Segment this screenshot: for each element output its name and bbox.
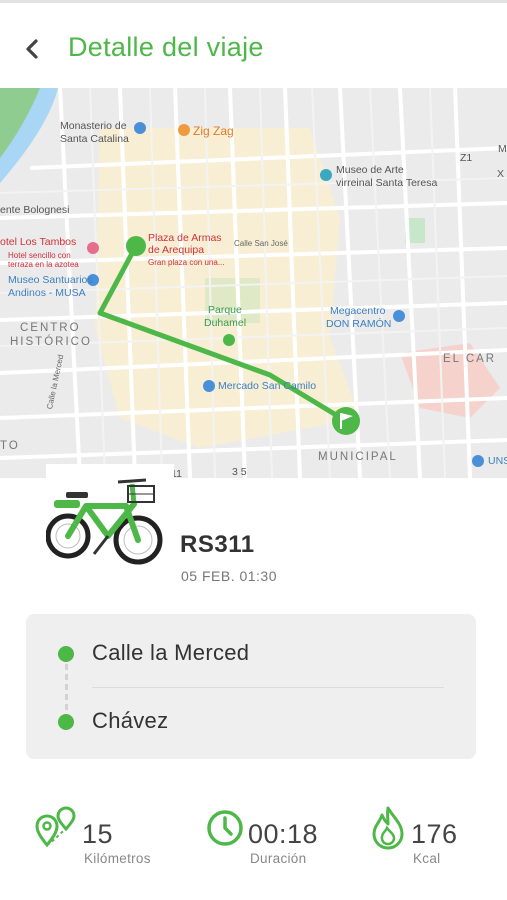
back-button[interactable] [14, 29, 50, 69]
duration-value: 00:18 [248, 819, 319, 849]
map-label: UNS [488, 455, 507, 467]
map-label: Gran plaza con una... [148, 258, 225, 267]
app-header: Detalle del viaje [0, 3, 507, 88]
distance-label: Kilómetros [84, 851, 151, 866]
end-dot [58, 714, 74, 730]
map-label: Calle San José [234, 239, 288, 248]
start-marker [126, 236, 146, 256]
map-label: Andinos - MUSA [8, 287, 86, 299]
map-label: HISTÓRICO [10, 336, 92, 348]
map-label: MUNICIPAL [318, 451, 398, 463]
clock-icon [207, 810, 243, 846]
map-label: CENTRO [20, 322, 81, 334]
route-start: Calle la Merced [92, 640, 250, 665]
map-label: Megacentro [330, 305, 386, 317]
bike-info: RS311 05 FEB. 01:30 [0, 464, 507, 613]
calories-value: 176 [411, 819, 458, 849]
map-label: DON RAMÓN [326, 318, 392, 330]
map-label: Z1 [460, 152, 473, 164]
map-label: Santa Catalina [60, 133, 129, 145]
trip-date: 05 FEB. 01:30 [181, 568, 278, 584]
map-label: Museo de Arte [336, 164, 404, 176]
map-label: EL CAR [443, 353, 497, 365]
trip-map[interactable]: Monasterio de Santa Catalina Zig Zag Mus… [0, 88, 507, 478]
divider [92, 687, 444, 688]
map-label: ente Bolognesi [0, 204, 70, 216]
calories-label: Kcal [413, 851, 441, 866]
map-label: X Y [497, 168, 507, 180]
map-label: otel Los Tambos [0, 236, 77, 248]
map-label: Plaza de Armas [148, 232, 222, 244]
map-label: Zig Zag [193, 124, 234, 138]
stat-calories: 176 Kcal [370, 795, 490, 885]
map-label: M [498, 143, 507, 155]
flame-icon [372, 806, 404, 850]
map-label: virreinal Santa Teresa [336, 177, 438, 189]
stat-duration: 00:18 Duración [206, 795, 346, 885]
map-label: Museo Santuarios [8, 274, 93, 286]
map-label: Monasterio de [60, 120, 127, 132]
chevron-left-icon [26, 39, 38, 59]
map-label: 3 5 [232, 466, 247, 478]
bike-code: RS311 [180, 531, 255, 558]
map-label: de Arequipa [148, 244, 205, 256]
route-end: Chávez [92, 708, 169, 733]
page-title: Detalle del viaje [68, 32, 264, 62]
finish-marker [332, 407, 360, 435]
stat-distance: 15 Kilómetros [34, 795, 184, 885]
map-label: terraza en la azotea [8, 260, 79, 269]
trip-stats: 15 Kilómetros 00:18 Duración 176 Kcal [0, 795, 507, 895]
map-label: Duhamel [204, 317, 247, 329]
map-pins-icon [35, 806, 76, 848]
route-connector [65, 664, 68, 712]
map-label: Parque [208, 304, 242, 316]
distance-value: 15 [82, 819, 114, 849]
bike-image [46, 464, 174, 594]
map-label: TO [0, 440, 20, 452]
route-card: Calle la Merced Chávez [26, 614, 476, 759]
duration-label: Duración [250, 851, 307, 866]
start-dot [58, 646, 74, 662]
map-label: Mercado San Camilo [218, 380, 317, 392]
